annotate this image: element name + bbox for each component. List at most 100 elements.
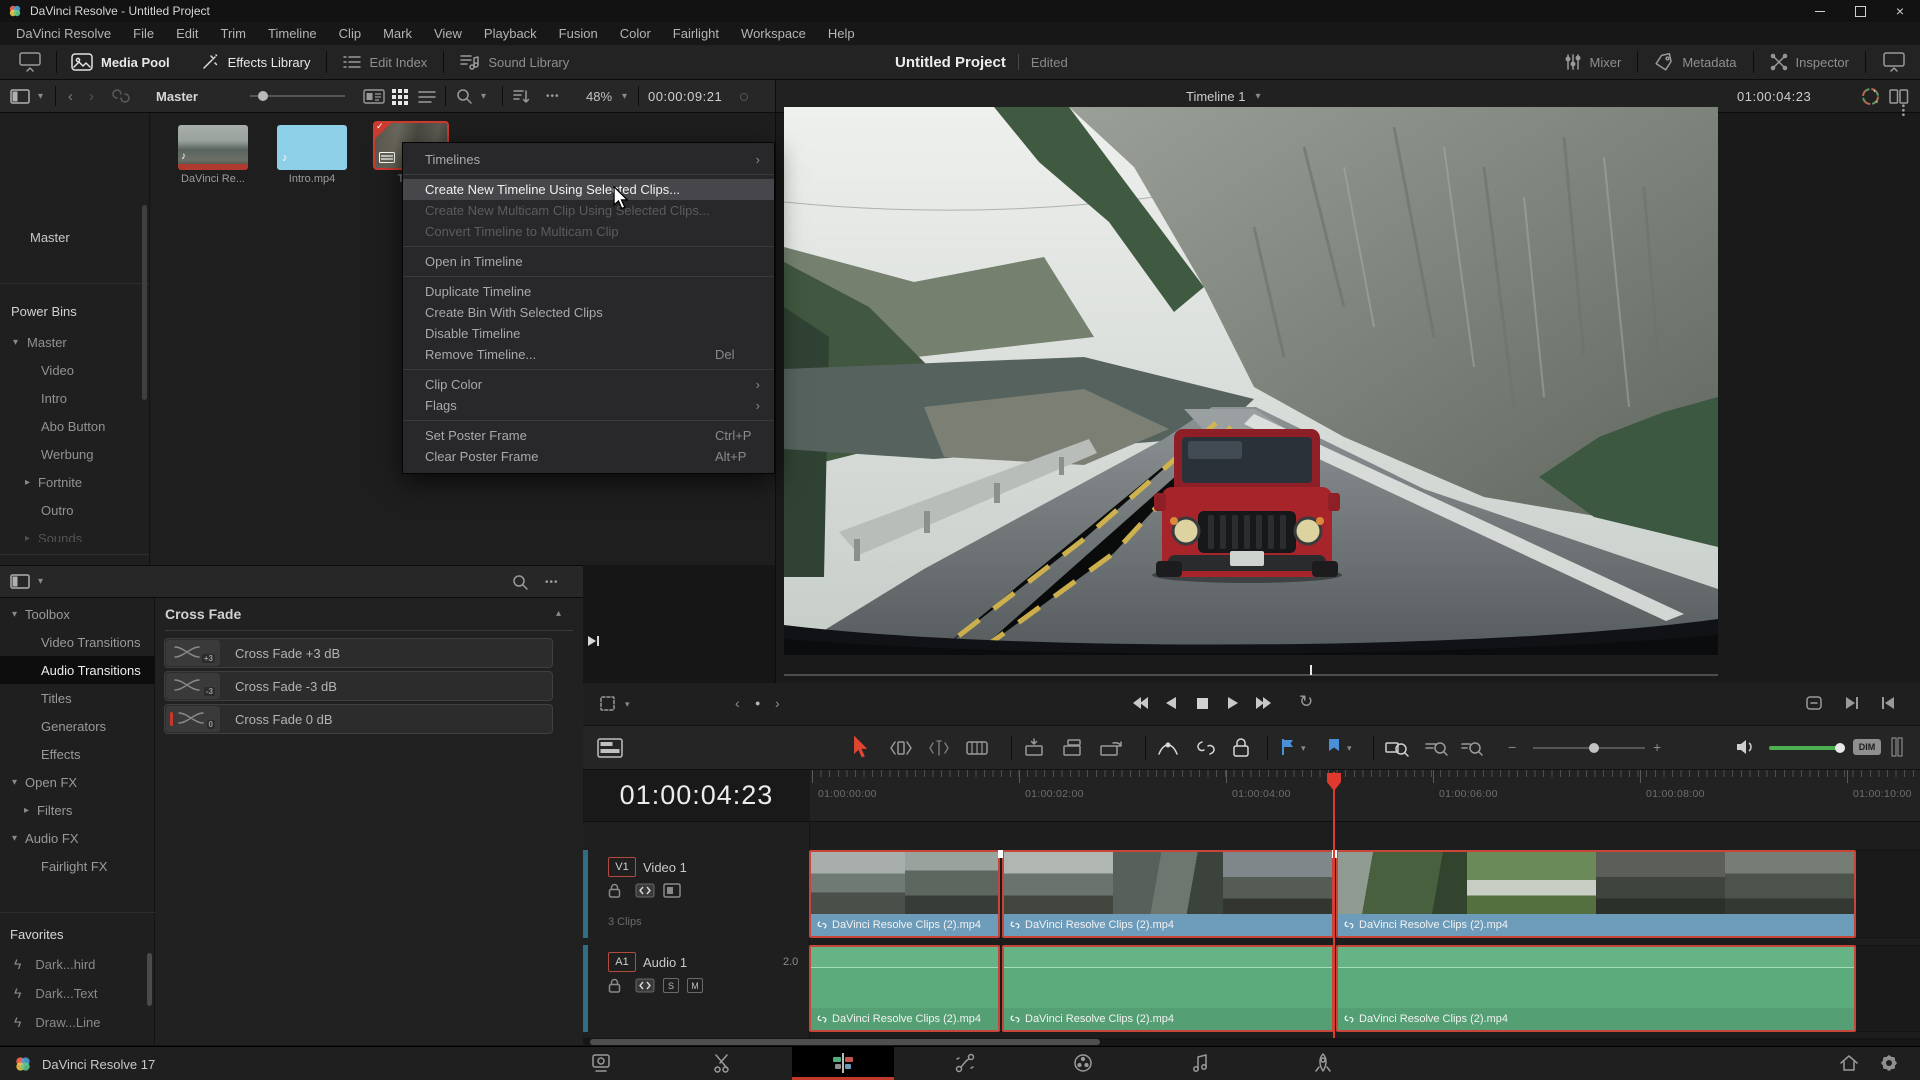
- inspector-button[interactable]: Inspector: [1770, 53, 1849, 71]
- solo-button[interactable]: S: [663, 978, 679, 993]
- go-to-start-icon[interactable]: [1131, 696, 1149, 710]
- metadata-button[interactable]: Metadata: [1654, 53, 1737, 71]
- marker-chevron-icon[interactable]: ▾: [1347, 743, 1352, 754]
- menu-item-set-poster-frame[interactable]: Set Poster Frame Ctrl+P: [403, 425, 774, 446]
- chevron-right-icon[interactable]: ▸: [24, 805, 29, 816]
- bin-abo-button[interactable]: Abo Button: [41, 419, 105, 434]
- timeline-ruler[interactable]: 01:00:00:00 01:00:02:00 01:00:04:00 01:0…: [810, 770, 1920, 822]
- menu-fairlight[interactable]: Fairlight: [662, 22, 730, 45]
- fx-filters[interactable]: Filters: [37, 803, 72, 818]
- media-pool-options-icon[interactable]: •••: [546, 91, 560, 102]
- back-icon[interactable]: ‹: [68, 88, 73, 105]
- transition-crossfade-minus3[interactable]: -3 Cross Fade -3 dB: [164, 671, 553, 701]
- zoom-slider-knob[interactable]: [1589, 743, 1599, 753]
- sound-library-button[interactable]: Sound Library: [460, 54, 569, 70]
- frame-view-icon[interactable]: [663, 883, 681, 898]
- search-chevron-icon[interactable]: ▾: [481, 91, 486, 102]
- marker-icon[interactable]: [1327, 738, 1341, 756]
- custom-zoom-icon[interactable]: [1385, 738, 1409, 758]
- transition-crossfade-0[interactable]: 0 Cross Fade 0 dB: [164, 704, 553, 734]
- menu-workspace[interactable]: Workspace: [730, 22, 817, 45]
- flag-icon[interactable]: [1281, 738, 1295, 756]
- chevron-right-icon[interactable]: ▸: [25, 533, 30, 543]
- chevron-down-icon[interactable]: ▾: [12, 609, 17, 620]
- menu-item-timelines[interactable]: Timelines ›: [403, 149, 774, 170]
- fx-titles[interactable]: Titles: [41, 691, 72, 706]
- clip-thumb-davinci[interactable]: ♪: [178, 125, 248, 170]
- audio-clip-3[interactable]: DaVinci Resolve Clips (2).mp4: [1336, 945, 1856, 1032]
- loop-icon[interactable]: ↻: [1299, 692, 1313, 712]
- zoom-out-icon[interactable]: −: [1508, 739, 1516, 755]
- playhead-line[interactable]: [1333, 772, 1335, 1038]
- metadata-view-icon[interactable]: [363, 89, 385, 104]
- menu-item-remove-timeline[interactable]: Remove Timeline... Del: [403, 344, 774, 365]
- match-frame-icon[interactable]: [586, 634, 602, 650]
- bin-root-master[interactable]: Master: [30, 230, 70, 245]
- list-view-icon[interactable]: [418, 90, 436, 104]
- bin-fortnite[interactable]: Fortnite: [38, 475, 82, 490]
- bin-intro[interactable]: Intro: [41, 391, 67, 406]
- page-fusion[interactable]: [952, 1050, 978, 1076]
- fx-effects[interactable]: Effects: [41, 747, 81, 762]
- chevron-down-icon[interactable]: ▾: [12, 777, 17, 788]
- panel-chevron-icon[interactable]: ▾: [38, 576, 43, 587]
- bin-werbung[interactable]: Werbung: [41, 447, 94, 462]
- menu-playback[interactable]: Playback: [473, 22, 548, 45]
- lock-icon[interactable]: [608, 883, 621, 898]
- fx-audio-fx[interactable]: Audio FX: [25, 831, 78, 846]
- selection-tool-icon[interactable]: [853, 735, 869, 759]
- settings-gear-icon[interactable]: [1876, 1050, 1902, 1076]
- next-keyframe-icon[interactable]: ›: [775, 695, 780, 711]
- menu-view[interactable]: View: [423, 22, 473, 45]
- effects-library-button[interactable]: Effects Library: [200, 52, 310, 72]
- overlay-chevron-icon[interactable]: ▾: [625, 699, 630, 710]
- favorites-scrollbar[interactable]: [147, 953, 152, 1006]
- bin-video[interactable]: Video: [41, 363, 74, 378]
- insert-clip-icon[interactable]: [1023, 738, 1045, 758]
- zoom-level-value[interactable]: 48%: [586, 89, 612, 104]
- chevron-right-icon[interactable]: ▸: [25, 477, 30, 488]
- forward-icon[interactable]: ›: [89, 88, 94, 105]
- menu-color[interactable]: Color: [609, 22, 662, 45]
- resize-frame-icon[interactable]: [1805, 695, 1823, 711]
- audio-track-name[interactable]: Audio 1: [643, 955, 687, 970]
- fx-video-transitions[interactable]: Video Transitions: [41, 635, 141, 650]
- usage-filter-icon[interactable]: [112, 89, 130, 103]
- fx-generators[interactable]: Generators: [41, 719, 106, 734]
- slider-knob[interactable]: [258, 91, 268, 101]
- fx-toolbox[interactable]: Toolbox: [25, 607, 70, 622]
- video-track-name[interactable]: Video 1: [643, 860, 687, 875]
- menu-item-clip-color[interactable]: Clip Color ›: [403, 374, 774, 395]
- home-icon[interactable]: [1836, 1050, 1862, 1076]
- playhead-handle[interactable]: [1326, 772, 1342, 792]
- page-edit[interactable]: [830, 1050, 856, 1076]
- bin-master[interactable]: Master: [27, 335, 67, 350]
- menu-clip[interactable]: Clip: [328, 22, 372, 45]
- bin-sounds[interactable]: Sounds: [38, 531, 82, 543]
- menu-item-flags[interactable]: Flags ›: [403, 395, 774, 416]
- video-clip-2[interactable]: DaVinci Resolve Clips (2).mp4: [1002, 850, 1334, 938]
- dual-viewer-icon[interactable]: [1889, 89, 1909, 104]
- scrub-playhead[interactable]: [1310, 665, 1312, 675]
- audio-track-badge[interactable]: A1: [608, 952, 636, 972]
- bin-outro[interactable]: Outro: [41, 503, 74, 518]
- timeline-zoom-slider[interactable]: [1533, 743, 1645, 753]
- prev-keyframe-icon[interactable]: ‹: [735, 695, 740, 711]
- media-pool-button[interactable]: Media Pool: [71, 53, 170, 71]
- menu-item-create-new-timeline[interactable]: Create New Timeline Using Selected Clips…: [403, 179, 774, 200]
- page-fairlight[interactable]: [1188, 1050, 1214, 1076]
- fx-fairlight-fx[interactable]: Fairlight FX: [41, 859, 107, 874]
- video-clip-3[interactable]: DaVinci Resolve Clips (2).mp4: [1336, 850, 1856, 938]
- next-edit-icon[interactable]: [1845, 696, 1859, 710]
- video-clip-1[interactable]: DaVinci Resolve Clips (2).mp4: [809, 850, 1000, 938]
- play-icon[interactable]: [1227, 696, 1239, 710]
- edit-index-button[interactable]: Edit Index: [343, 55, 427, 70]
- speaker-icon[interactable]: [1735, 737, 1755, 757]
- thumb-size-slider[interactable]: [250, 91, 345, 101]
- replace-clip-icon[interactable]: [1099, 738, 1123, 758]
- go-to-end-icon[interactable]: [1255, 696, 1273, 710]
- menu-item-open-in-timeline[interactable]: Open in Timeline: [403, 251, 774, 272]
- zoom-in-icon[interactable]: +: [1653, 739, 1661, 755]
- timeline-scrollbar-thumb[interactable]: [590, 1039, 1100, 1045]
- link-clips-icon[interactable]: [1195, 738, 1217, 758]
